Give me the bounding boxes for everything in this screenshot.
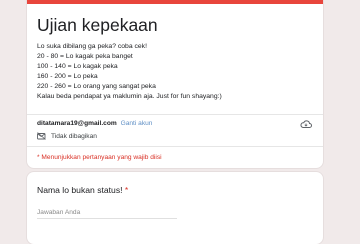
form-title: Ujian kepekaan <box>37 15 158 35</box>
not-shared-icon <box>37 132 46 140</box>
form-description: Lo suka dibilang ga peka? coba cek! 20 -… <box>37 42 222 103</box>
answer-input[interactable] <box>37 206 177 219</box>
description-line: 160 - 200 = Lo peka <box>37 73 98 81</box>
description-line: 20 - 80 = Lo kagak peka banget <box>37 53 133 61</box>
required-marker: * <box>124 185 129 195</box>
description-line: Lo suka dibilang ga peka? coba cek! <box>37 43 147 50</box>
description-line: 100 - 140 = Lo kagak peka <box>37 63 118 71</box>
not-shared-row: Tidak dibagikan <box>37 132 97 140</box>
divider <box>27 114 323 115</box>
question-card: Nama lo bukan status! * <box>27 172 323 244</box>
account-row: ditatamara19@gmail.com Ganti akun <box>37 120 152 127</box>
question-label: Nama lo bukan status! * <box>37 185 128 195</box>
account-email: ditatamara19@gmail.com <box>37 120 117 127</box>
question-text: Nama lo bukan status! <box>37 185 123 195</box>
description-line: 220 - 260 = Lo orang yang sangat peka <box>37 83 156 91</box>
form-header-card: Ujian kepekaan Lo suka dibilang ga peka?… <box>27 0 323 168</box>
required-note: * Menunjukkan pertanyaan yang wajib diis… <box>37 154 162 161</box>
not-shared-label: Tidak dibagikan <box>51 132 97 140</box>
cloud-sync-icon[interactable] <box>300 119 312 129</box>
divider <box>27 146 323 147</box>
switch-account-link[interactable]: Ganti akun <box>121 120 153 127</box>
description-line: Kalau beda pendapat ya maklumin aja. Jus… <box>37 93 222 101</box>
